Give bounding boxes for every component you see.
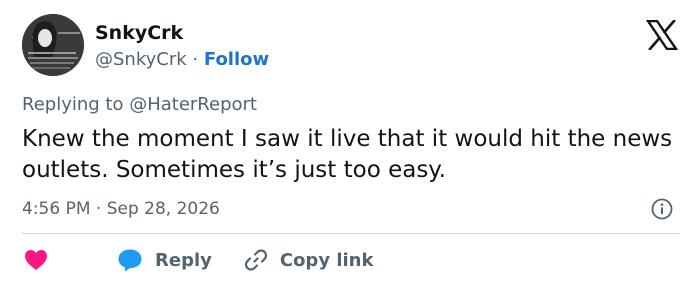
separator-dot: · xyxy=(192,49,199,70)
chat-bubble-icon xyxy=(117,248,143,272)
copy-link-label[interactable]: Copy link xyxy=(280,250,374,271)
replying-to-prefix: Replying to xyxy=(22,94,130,115)
replying-to-handle[interactable]: @HaterReport xyxy=(129,94,257,115)
handle-row: @SnkyCrk · Follow xyxy=(95,49,269,70)
tweet-time[interactable]: 4:56 PM xyxy=(22,199,91,219)
reply-button[interactable]: Reply xyxy=(117,248,212,272)
info-icon[interactable] xyxy=(651,198,673,220)
user-handle[interactable]: @SnkyCrk xyxy=(95,49,187,70)
avatar[interactable] xyxy=(22,14,84,76)
link-icon xyxy=(244,248,268,272)
timestamp-separator: · xyxy=(95,199,102,219)
action-bar: Reply Copy link xyxy=(24,247,373,273)
timestamp[interactable]: 4:56 PM · Sep 28, 2026 xyxy=(22,199,220,219)
reply-label[interactable]: Reply xyxy=(155,250,212,271)
copy-link-button[interactable]: Copy link xyxy=(244,248,374,272)
heart-icon xyxy=(24,249,48,271)
display-name[interactable]: SnkyCrk xyxy=(95,22,183,44)
replying-to: Replying to @HaterReport xyxy=(22,94,257,115)
tweet-date[interactable]: Sep 28, 2026 xyxy=(107,199,220,219)
follow-button[interactable]: Follow xyxy=(204,49,269,70)
x-logo-icon[interactable] xyxy=(645,19,679,51)
like-button[interactable] xyxy=(24,249,48,271)
divider xyxy=(22,233,679,234)
tweet-text: Knew the moment I saw it live that it wo… xyxy=(22,126,673,183)
